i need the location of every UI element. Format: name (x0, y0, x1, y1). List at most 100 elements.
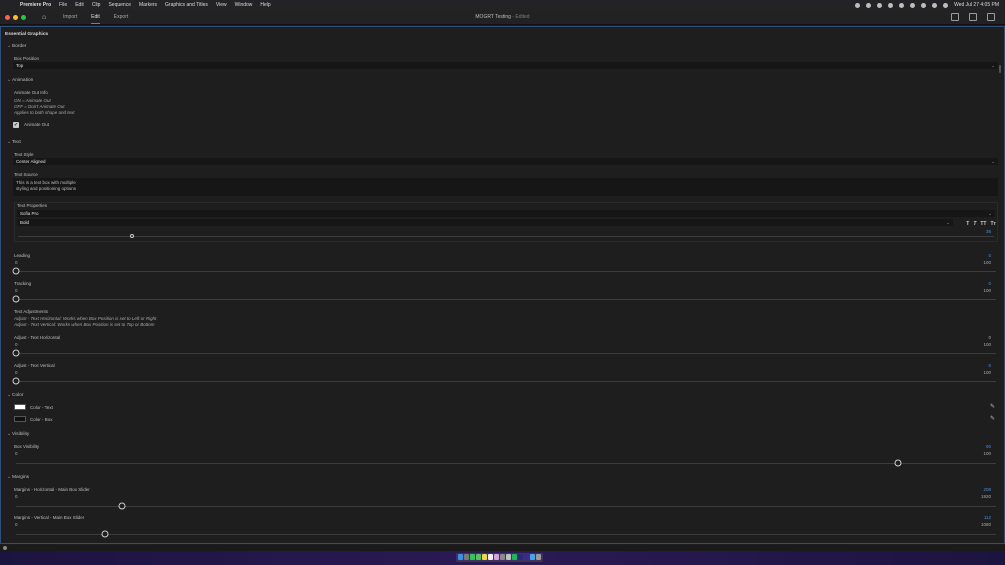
finder-icon[interactable] (458, 554, 463, 560)
section-animation[interactable]: ⌄Animation (7, 78, 33, 83)
menu-sequence[interactable]: Sequence (108, 2, 131, 8)
lastpass-icon[interactable] (888, 2, 894, 8)
settings-icon[interactable] (500, 554, 505, 560)
adjust-vertical-label: Adjust - Text Vertical (14, 363, 55, 368)
all-caps-icon[interactable]: TT (980, 221, 986, 227)
creative-cloud-icon[interactable] (855, 2, 861, 8)
text-source-field[interactable]: This is a text box with multiple styling… (13, 178, 998, 196)
premiere-pro-icon[interactable] (518, 554, 523, 560)
after-effects-icon[interactable] (524, 554, 529, 560)
notes-icon[interactable] (482, 554, 487, 560)
trash-icon[interactable] (536, 554, 541, 560)
menu-help[interactable]: Help (260, 2, 270, 8)
eyedropper-icon[interactable]: ✎ (990, 416, 996, 422)
faux-italic-icon[interactable]: T (973, 221, 976, 227)
margins-horizontal-value[interactable]: 208 (983, 487, 991, 492)
margins-vertical-value[interactable]: 112 (984, 515, 991, 520)
font-style-dropdown[interactable]: Bold ⌄ (17, 219, 953, 226)
eyedropper-icon[interactable]: ✎ (990, 404, 996, 410)
leading-value[interactable]: 0 (988, 253, 991, 258)
workspaces-icon[interactable] (951, 13, 959, 21)
adjust-vertical-min: 0 (15, 370, 18, 375)
adjust-horizontal-slider-knob[interactable] (12, 349, 20, 357)
menu-view[interactable]: View (216, 2, 227, 8)
project-status: - Edited (510, 14, 530, 20)
fullscreen-icon[interactable] (987, 13, 995, 21)
menu-file[interactable]: File (59, 2, 67, 8)
animate-out-checkbox[interactable]: ✓ (13, 122, 19, 128)
adjust-horizontal-value[interactable]: 0 (988, 335, 991, 340)
color-text-label: Color - Text (30, 405, 53, 410)
menu-app-name[interactable]: Premiere Pro (20, 2, 51, 8)
clock[interactable]: Wed Jul 27 4:05 PM (954, 2, 999, 8)
font-size-slider-knob[interactable] (129, 234, 134, 238)
font-size-track[interactable] (18, 236, 994, 237)
leading-slider-knob[interactable] (12, 267, 20, 275)
tracking-value[interactable]: 0 (988, 281, 991, 286)
faux-bold-icon[interactable]: T (966, 221, 969, 227)
box-visibility-track[interactable] (16, 463, 996, 464)
photos-icon[interactable] (494, 554, 499, 560)
margins-horizontal-track[interactable] (16, 506, 996, 507)
menu-markers[interactable]: Markers (139, 2, 157, 8)
preview-icon[interactable] (506, 554, 511, 560)
panel-menu-icon[interactable]: ≡ (45, 32, 48, 37)
margins-vertical-label: Margins - Vertical - Main Box Slider (14, 515, 85, 520)
spotlight-search-icon[interactable] (932, 2, 938, 8)
section-text[interactable]: ⌄Text (7, 140, 21, 145)
control-center-icon[interactable] (943, 2, 949, 8)
margins-vertical-slider-knob[interactable] (101, 530, 109, 538)
spotify-icon[interactable] (512, 554, 517, 560)
tracking-min: 0 (15, 288, 18, 293)
extension-icon[interactable] (866, 2, 872, 8)
adjust-vertical-track[interactable] (16, 381, 996, 382)
launchpad-icon[interactable] (464, 554, 469, 560)
section-color[interactable]: ⌄Color (7, 393, 23, 398)
status-area: Wed Jul 27 4:05 PM (855, 0, 999, 10)
leading-track[interactable] (16, 271, 996, 272)
chevron-down-icon: ⌄ (946, 220, 950, 225)
messages-icon[interactable] (470, 554, 475, 560)
folder-icon[interactable] (530, 554, 535, 560)
box-visibility-slider-knob[interactable] (894, 459, 902, 467)
menu-graphics-and-titles[interactable]: Graphics and Titles (165, 2, 208, 8)
leading-min: 0 (15, 260, 18, 265)
section-border[interactable]: ⌄Border (7, 44, 26, 49)
panel-scrollbar[interactable] (999, 65, 1001, 73)
small-caps-icon[interactable]: Tт (990, 221, 996, 227)
section-visibility[interactable]: ⌄Visibility (7, 432, 29, 437)
status-indicator-icon[interactable] (3, 546, 7, 550)
screen-record-icon[interactable] (877, 2, 883, 8)
battery-icon[interactable] (910, 2, 916, 8)
font-size-value[interactable]: 38 (986, 229, 991, 234)
section-margins[interactable]: ⌄Margins (7, 475, 29, 480)
tracking-track[interactable] (16, 299, 996, 300)
text-properties-label: Text Properties (17, 203, 48, 208)
section-border-label: Border (12, 44, 27, 49)
calendar-icon[interactable] (488, 554, 493, 560)
leading-label: Leading (14, 253, 31, 258)
color-box-swatch[interactable] (14, 416, 26, 422)
share-icon[interactable] (969, 13, 977, 21)
maps-icon[interactable] (476, 554, 481, 560)
adjust-vertical-slider-knob[interactable] (12, 377, 20, 385)
margins-horizontal-slider-knob[interactable] (118, 502, 126, 510)
text-source-line: styling and positioning options (16, 185, 77, 191)
box-visibility-min: 0 (15, 451, 18, 456)
section-animation-label: Animation (12, 78, 34, 83)
margins-vertical-track[interactable] (16, 534, 996, 535)
text-style-dropdown[interactable]: Center Aligned ⌄ (13, 158, 998, 165)
box-position-dropdown[interactable]: Top ⌄ (13, 62, 998, 69)
box-visibility-value[interactable]: 90 (986, 444, 991, 449)
adjust-horizontal-track[interactable] (16, 353, 996, 354)
bluetooth-icon[interactable] (899, 2, 905, 8)
tracking-slider-knob[interactable] (12, 295, 20, 303)
menu-window[interactable]: Window (235, 2, 253, 8)
font-family-dropdown[interactable]: Sofia Pro ⌄ (17, 210, 995, 217)
menu-clip[interactable]: Clip (92, 2, 101, 8)
adjust-vertical-value[interactable]: 0 (988, 363, 991, 368)
color-text-swatch[interactable] (14, 404, 26, 410)
text-adjustments-info: Adjust - Text Horizontal: Works when Box… (14, 316, 156, 328)
wifi-icon[interactable] (921, 2, 927, 8)
menu-edit[interactable]: Edit (75, 2, 84, 8)
